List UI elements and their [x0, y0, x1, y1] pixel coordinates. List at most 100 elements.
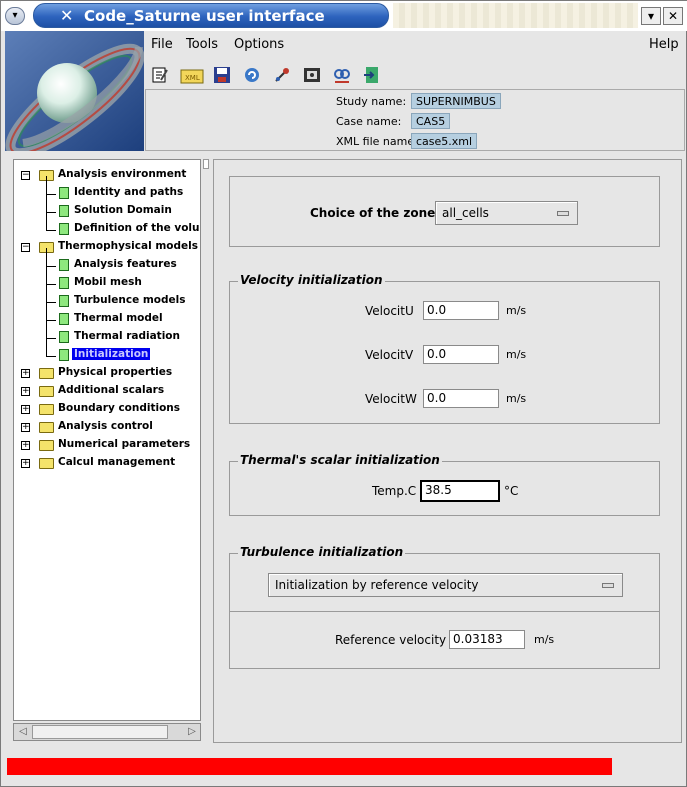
velocity-v-input[interactable]: 0.0 — [423, 345, 499, 364]
page-icon — [59, 277, 69, 289]
menu-help[interactable]: Help — [649, 37, 679, 52]
tree-item-label: Thermal model — [74, 312, 163, 324]
tree-horizontal-scrollbar[interactable]: ◁ ▷ — [13, 723, 201, 741]
scroll-thumb[interactable] — [32, 725, 168, 739]
tree-connector — [46, 230, 56, 231]
title-bar-fill — [393, 3, 638, 28]
splitter-handle[interactable] — [203, 159, 209, 169]
expand-icon[interactable]: + — [21, 387, 30, 396]
expand-icon[interactable]: + — [21, 459, 30, 468]
page-icon — [59, 205, 69, 217]
temperature-unit: °C — [504, 484, 519, 498]
velocity-u-input[interactable]: 0.0 — [423, 301, 499, 320]
menu-file[interactable]: File — [151, 37, 173, 52]
tree-connector — [46, 212, 47, 230]
zone-group: Choice of the zone all_cells — [229, 176, 660, 247]
tree-item-numerical-parameters[interactable]: + Numerical parameters — [14, 437, 200, 455]
tree-item-label: Turbulence models — [74, 294, 186, 306]
scroll-left-icon[interactable]: ◁ — [15, 725, 31, 739]
page-icon — [59, 187, 69, 199]
tree-item-thermal-model[interactable]: Thermal model — [14, 302, 200, 329]
tree-connector — [46, 356, 56, 357]
tree-item-label: Initialization — [72, 348, 151, 360]
new-file-button[interactable] — [149, 64, 171, 86]
velocity-group-title: Velocity initialization — [238, 273, 385, 287]
tree-item-thermophysical-models[interactable]: − Thermophysical models — [14, 239, 200, 257]
close-button[interactable]: ✕ — [663, 7, 683, 25]
tree-item-initialization[interactable]: Initialization — [14, 338, 200, 365]
velocity-w-input[interactable]: 0.0 — [423, 389, 499, 408]
run-button[interactable] — [301, 64, 323, 86]
tree-item-solution-domain[interactable]: Solution Domain — [14, 194, 200, 221]
tree-connector — [46, 320, 47, 338]
title-pill[interactable]: ✕ Code_Saturne user interface — [33, 3, 389, 28]
zone-select[interactable]: all_cells — [435, 201, 578, 225]
tree-item-physical-properties[interactable]: + Physical properties — [14, 365, 200, 383]
tree-item-boundary-conditions[interactable]: + Boundary conditions — [14, 401, 200, 419]
identity-button[interactable] — [331, 64, 353, 86]
tree-item-calcul-management[interactable]: + Calcul management — [14, 455, 200, 473]
tree-item-mobil-mesh[interactable]: Mobil mesh — [14, 266, 200, 293]
study-info-panel: Study name: SUPERNIMBUS Case name: CAS5 … — [145, 89, 685, 151]
identity-icon — [334, 69, 350, 83]
tree-item-definition-of-the-volumi[interactable]: Definition of the volumi — [14, 212, 200, 239]
tree-item-analysis-control[interactable]: + Analysis control — [14, 419, 200, 437]
menu-bar: File Tools Options Help — [145, 33, 685, 57]
temperature-input[interactable]: 38.5 — [420, 480, 500, 502]
tree-item-identity-and-paths[interactable]: Identity and paths — [14, 176, 200, 203]
folder-icon — [39, 422, 54, 433]
tree-item-label: Analysis control — [58, 420, 153, 432]
svg-text:XML: XML — [185, 74, 200, 82]
exit-button[interactable] — [361, 64, 383, 86]
refresh-button[interactable] — [241, 64, 263, 86]
menu-tools[interactable]: Tools — [186, 37, 218, 52]
save-icon — [214, 67, 230, 83]
window-title: Code_Saturne user interface — [84, 7, 325, 25]
refresh-icon — [245, 68, 259, 82]
page-icon — [59, 331, 69, 343]
satellite-button[interactable] — [271, 64, 293, 86]
collapse-icon[interactable]: − — [21, 171, 30, 180]
close-icon: ✕ — [667, 9, 679, 23]
tree-item-label: Boundary conditions — [58, 402, 181, 414]
saturne-planet-icon — [5, 31, 144, 151]
expand-icon[interactable]: + — [21, 441, 30, 450]
tree-connector — [46, 248, 47, 266]
tree-item-analysis-features[interactable]: Analysis features — [14, 248, 200, 275]
page-icon — [59, 295, 69, 307]
save-button[interactable] — [211, 64, 233, 86]
temperature-label: Temp.C — [372, 484, 417, 498]
collapse-icon[interactable]: − — [21, 243, 30, 252]
title-bar: ▾ ✕ Code_Saturne user interface ▾ ✕ — [1, 1, 687, 31]
chevron-down-icon: ▾ — [647, 9, 655, 23]
expand-icon[interactable]: + — [21, 369, 30, 378]
main-window: ▾ ✕ Code_Saturne user interface ▾ ✕ File… — [0, 0, 687, 787]
thermal-group-title: Thermal's scalar initialization — [238, 453, 442, 467]
tree-item-thermal-radiation[interactable]: Thermal radiation — [14, 320, 200, 347]
tree-item-turbulence-models[interactable]: Turbulence models — [14, 284, 200, 311]
navigation-tree: − Analysis environment Identity and paths S… — [13, 159, 201, 721]
tree-connector — [46, 212, 56, 213]
toolbar: XML — [145, 61, 685, 89]
turbulence-group-title: Turbulence initialization — [238, 545, 406, 559]
reference-velocity-input[interactable]: 0.03183 — [449, 630, 525, 649]
thermal-group: Thermal's scalar initialization Temp.C 3… — [229, 453, 660, 516]
open-xml-button[interactable]: XML — [179, 64, 205, 86]
tree-connector — [46, 320, 56, 321]
tree-connector — [46, 266, 47, 284]
expand-icon[interactable]: + — [21, 423, 30, 432]
velocity-u-unit: m/s — [506, 304, 527, 317]
turbulence-mode-select[interactable]: Initialization by reference velocity — [268, 573, 623, 597]
zone-label: Choice of the zone — [310, 206, 436, 220]
tree-item-additional-scalars[interactable]: + Additional scalars — [14, 383, 200, 401]
menu-options[interactable]: Options — [234, 37, 284, 52]
minimize-button[interactable]: ▾ — [641, 7, 661, 25]
window-menu-button[interactable]: ▾ — [5, 7, 25, 25]
expand-icon[interactable]: + — [21, 405, 30, 414]
page-icon — [59, 313, 69, 325]
tree-item-label: Numerical parameters — [58, 438, 191, 450]
study-name-value: SUPERNIMBUS — [411, 93, 501, 109]
chevron-down-icon — [602, 583, 614, 588]
scroll-right-icon[interactable]: ▷ — [184, 725, 200, 739]
tree-item-analysis-environment[interactable]: − Analysis environment — [14, 167, 200, 185]
